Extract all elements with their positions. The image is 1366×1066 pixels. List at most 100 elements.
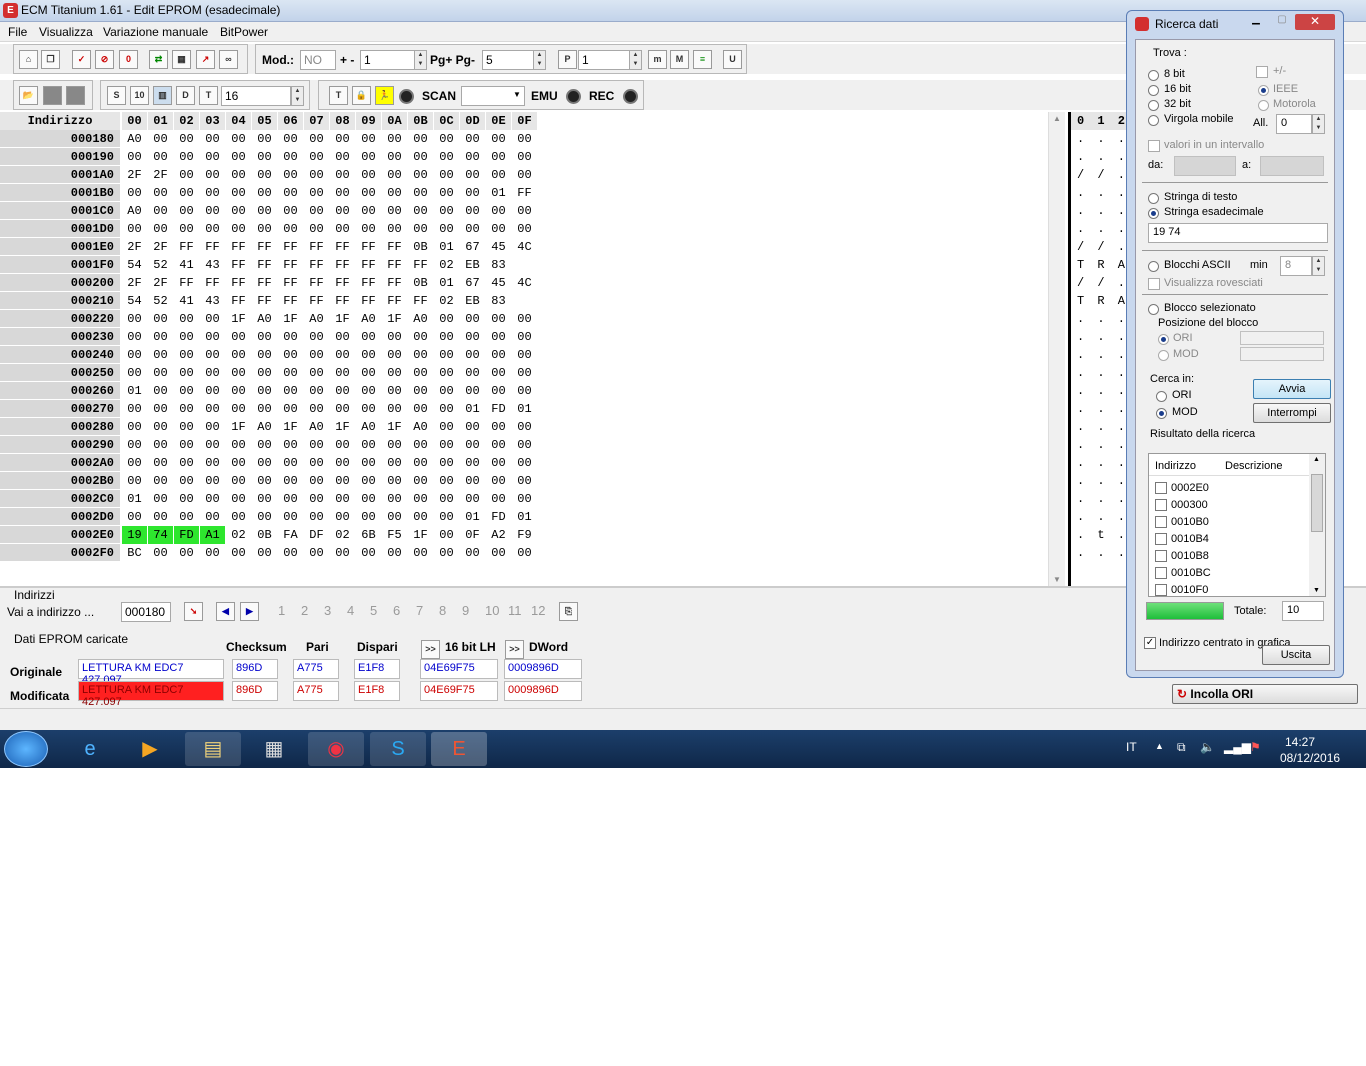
page-number-button[interactable]: 1: [278, 603, 285, 618]
copy-icon[interactable]: ❐: [41, 50, 60, 69]
radio-blocco-selezionato[interactable]: [1148, 304, 1159, 315]
result-row[interactable]: 0010B4: [1153, 531, 1303, 548]
hex-byte[interactable]: 00: [174, 454, 199, 472]
hex-row-address[interactable]: 000270: [0, 400, 120, 418]
hex-byte[interactable]: 1F: [226, 418, 251, 436]
hex-byte[interactable]: A0: [122, 130, 147, 148]
hex-row-address[interactable]: 0002C0: [0, 490, 120, 508]
hex-byte[interactable]: FF: [382, 292, 407, 310]
hex-byte[interactable]: 00: [122, 220, 147, 238]
p-field[interactable]: 1: [578, 50, 630, 70]
page-number-button[interactable]: 10: [485, 603, 499, 618]
hex-byte[interactable]: 00: [512, 148, 537, 166]
hex-byte[interactable]: A0: [252, 310, 277, 328]
hex-byte[interactable]: 00: [356, 544, 381, 562]
hex-byte[interactable]: 00: [200, 490, 225, 508]
hex-byte[interactable]: 00: [460, 130, 485, 148]
hex-byte[interactable]: 00: [200, 130, 225, 148]
hex-byte[interactable]: 00: [434, 184, 459, 202]
hex-byte[interactable]: 00: [304, 490, 329, 508]
page-number-button[interactable]: 12: [531, 603, 545, 618]
hex-byte[interactable]: 00: [252, 220, 277, 238]
t-tool-icon[interactable]: T: [329, 86, 348, 105]
hex-byte[interactable]: FF: [304, 238, 329, 256]
hex-byte[interactable]: 00: [460, 220, 485, 238]
hex-byte[interactable]: 00: [122, 328, 147, 346]
hex-byte[interactable]: 00: [408, 490, 433, 508]
hex-byte[interactable]: 00: [486, 328, 511, 346]
hex-byte[interactable]: 00: [356, 346, 381, 364]
hex-byte[interactable]: A0: [304, 418, 329, 436]
hex-byte[interactable]: FF: [278, 292, 303, 310]
hex-byte[interactable]: 0F: [460, 526, 485, 544]
hex-byte[interactable]: 00: [486, 490, 511, 508]
hex-byte[interactable]: 00: [486, 472, 511, 490]
hex-byte[interactable]: FF: [330, 292, 355, 310]
hex-row-address[interactable]: 000190: [0, 148, 120, 166]
start-button-icon[interactable]: [4, 731, 48, 767]
lock-icon[interactable]: 🔒: [352, 86, 371, 105]
hex-byte[interactable]: 00: [174, 418, 199, 436]
hex-byte[interactable]: 00: [174, 472, 199, 490]
hex-byte[interactable]: 00: [148, 184, 173, 202]
hex-byte[interactable]: 00: [174, 508, 199, 526]
hex-byte[interactable]: 00: [512, 454, 537, 472]
hex-byte[interactable]: 00: [512, 346, 537, 364]
hex-byte[interactable]: 00: [304, 400, 329, 418]
hex-byte[interactable]: 00: [122, 454, 147, 472]
hex-byte[interactable]: 00: [460, 328, 485, 346]
hex-byte[interactable]: 83: [486, 292, 511, 310]
hex-byte[interactable]: FF: [356, 256, 381, 274]
result-checkbox[interactable]: [1155, 550, 1167, 562]
hex-byte[interactable]: 67: [460, 274, 485, 292]
hex-byte[interactable]: 00: [252, 148, 277, 166]
hex-byte[interactable]: 00: [148, 436, 173, 454]
hex-byte[interactable]: 00: [122, 364, 147, 382]
result-checkbox[interactable]: [1155, 567, 1167, 579]
hex-byte[interactable]: FF: [356, 292, 381, 310]
plusminus-field[interactable]: 1: [360, 50, 415, 70]
radio-cerca-ori[interactable]: [1156, 391, 1167, 402]
hex-row-address[interactable]: 0001F0: [0, 256, 120, 274]
hex-byte[interactable]: 00: [434, 382, 459, 400]
hex-byte[interactable]: 00: [174, 544, 199, 562]
hex-byte[interactable]: FF: [408, 256, 433, 274]
hex-byte[interactable]: 00: [148, 418, 173, 436]
hex-byte[interactable]: 00: [408, 328, 433, 346]
hex-10-icon[interactable]: 10: [130, 86, 149, 105]
hex-byte[interactable]: 00: [512, 364, 537, 382]
hex-byte[interactable]: 00: [512, 310, 537, 328]
hex-byte[interactable]: 00: [330, 202, 355, 220]
hex-byte[interactable]: 00: [382, 328, 407, 346]
hex-byte[interactable]: 02: [330, 526, 355, 544]
hex-byte[interactable]: 00: [252, 436, 277, 454]
hex-byte[interactable]: 2F: [122, 166, 147, 184]
page-number-button[interactable]: 8: [439, 603, 446, 618]
hex-byte[interactable]: 00: [278, 130, 303, 148]
hex-byte[interactable]: 00: [278, 364, 303, 382]
more-dword-button[interactable]: >>: [505, 640, 524, 659]
hex-byte[interactable]: 1F: [330, 418, 355, 436]
s-view-icon[interactable]: S: [107, 86, 126, 105]
hex-byte[interactable]: A0: [356, 418, 381, 436]
hex-byte[interactable]: 00: [148, 544, 173, 562]
hex-byte[interactable]: 00: [408, 436, 433, 454]
centrato-checkbox[interactable]: ✓: [1144, 637, 1156, 649]
hex-byte[interactable]: 00: [486, 346, 511, 364]
hex-byte[interactable]: 00: [200, 418, 225, 436]
hex-byte[interactable]: 00: [200, 454, 225, 472]
hex-byte[interactable]: 00: [200, 382, 225, 400]
hex-byte[interactable]: 00: [512, 220, 537, 238]
hex-byte[interactable]: 00: [382, 220, 407, 238]
hex-byte[interactable]: 00: [356, 382, 381, 400]
hex-byte[interactable]: 2F: [148, 166, 173, 184]
hex-byte[interactable]: 00: [122, 472, 147, 490]
hex-byte[interactable]: FD: [174, 526, 199, 544]
hex-byte[interactable]: 00: [304, 328, 329, 346]
hex-byte[interactable]: FF: [278, 256, 303, 274]
result-row[interactable]: 000300: [1153, 497, 1303, 514]
incolla-ori-button[interactable]: ↻ Incolla ORI: [1172, 684, 1358, 704]
hex-byte[interactable]: 00: [200, 436, 225, 454]
compare-icon[interactable]: ⊘: [95, 50, 114, 69]
hex-byte[interactable]: 00: [148, 148, 173, 166]
